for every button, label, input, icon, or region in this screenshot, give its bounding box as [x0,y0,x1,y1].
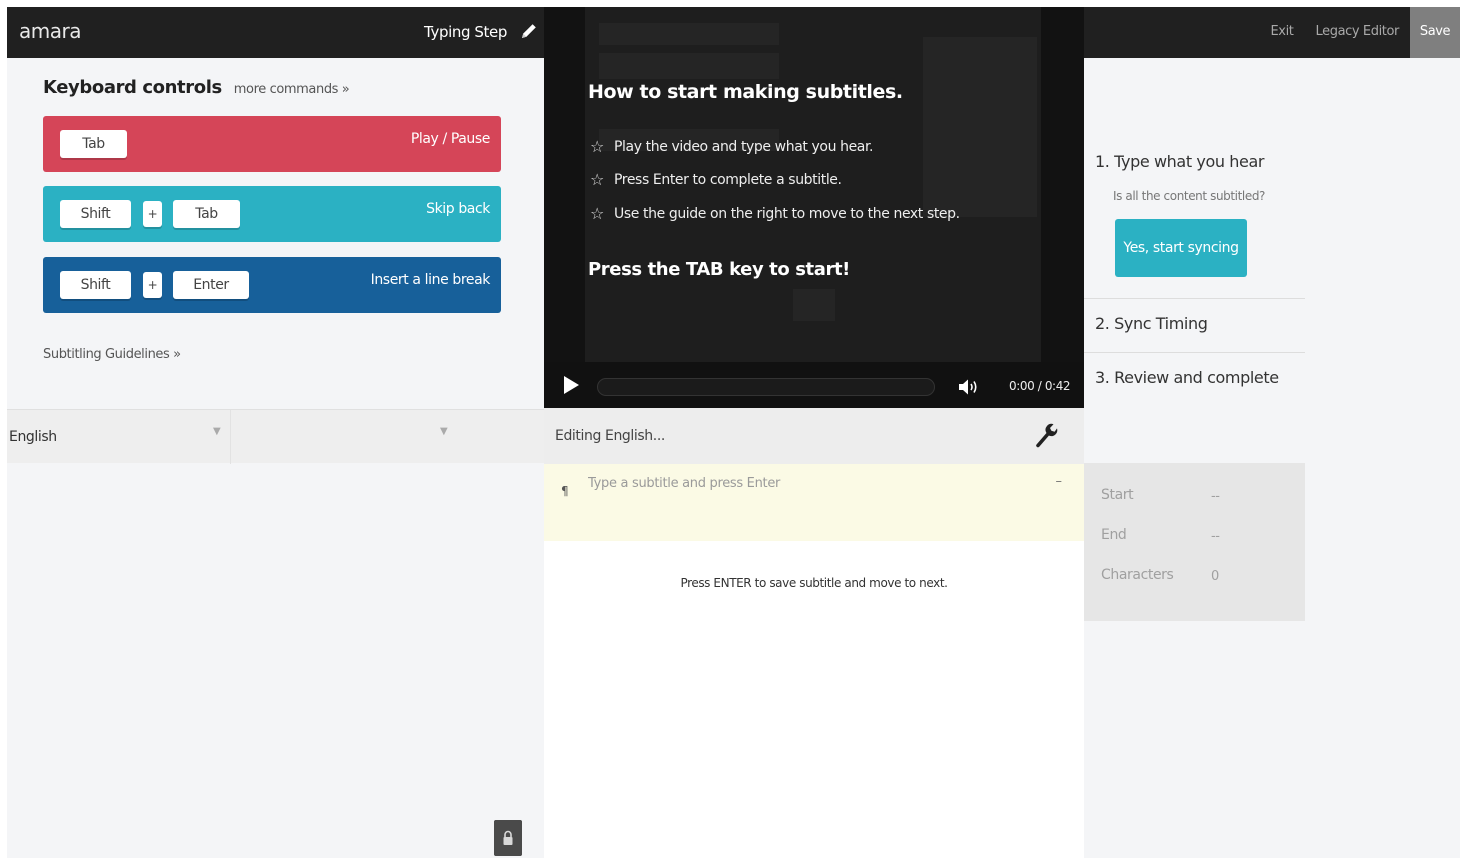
shortcut-action-label: Skip back [426,201,490,217]
paragraph-marker[interactable]: ¶ [561,484,569,498]
language-bar: English ▼ ▼ [7,409,544,464]
instruction-item: ☆ Use the guide on the right to move to … [590,204,960,223]
start-value: -- [1211,489,1220,504]
play-icon[interactable] [564,376,579,394]
progress-scrubber[interactable] [597,378,935,396]
editing-language-label: Editing English... [555,428,665,444]
caret-down-icon: ▼ [440,426,448,437]
volume-icon[interactable] [958,378,980,396]
key-tab: Tab [60,130,127,158]
shortcut-skip-back: Shift + Tab Skip back [43,186,501,242]
key-shift: Shift [60,200,131,228]
subtitle-input[interactable] [588,470,1048,496]
subtitle-stats: Start -- End -- Characters 0 [1084,463,1305,621]
subtitle-dash: – [1055,474,1063,489]
star-outline-icon: ☆ [590,204,604,223]
subtitling-guidelines-link[interactable]: Subtitling Guidelines » [43,347,181,362]
key-plus: + [143,201,162,227]
shortcut-action-label: Insert a line break [370,272,491,288]
video-controls: 0:00 / 0:42 [544,362,1084,408]
enter-hint: Press ENTER to save subtitle and move to… [680,576,948,590]
exit-link[interactable]: Exit [1259,7,1304,58]
characters-value: 0 [1211,569,1219,584]
key-plus: + [143,272,162,298]
subtitle-list-area: Press ENTER to save subtitle and move to… [544,541,1084,858]
end-value: -- [1211,529,1220,544]
instruction-item: ☆ Press Enter to complete a subtitle. [590,170,842,189]
divider [1084,298,1305,299]
top-actions: Exit Legacy Editor Save [1259,7,1460,58]
amara-logo[interactable]: amara [19,19,81,43]
wrench-icon[interactable] [1034,422,1058,448]
save-button[interactable]: Save [1410,7,1460,58]
time-display: 0:00 / 0:42 [1009,379,1071,393]
lock-icon[interactable] [494,820,522,856]
star-outline-icon: ☆ [590,170,604,189]
key-tab: Tab [173,200,240,228]
caret-down-icon: ▼ [213,426,221,437]
video-player[interactable]: How to start making subtitles. ☆ Play th… [544,7,1084,408]
reference-language-select[interactable]: ▼ [232,410,456,464]
instruction-item: ☆ Play the video and type what you hear. [590,137,874,156]
pencil-icon[interactable] [519,21,539,41]
keyboard-controls-header: Keyboard controls more commands » [43,77,350,98]
overlay-call-to-action: Press the TAB key to start! [588,259,850,280]
subtitle-editor-app: amara Typing Step Exit Legacy Editor Sav… [7,7,1460,858]
shortcut-play-pause: Tab Play / Pause [43,116,501,172]
star-outline-icon: ☆ [590,137,604,156]
divider [1084,352,1305,353]
shortcut-action-label: Play / Pause [410,131,491,147]
start-label: Start [1101,487,1134,503]
subtitle-row: ¶ – [544,464,1084,541]
editor-header: Editing English... [544,408,1084,464]
step-3-label: 3. Review and complete [1095,368,1279,387]
start-syncing-button[interactable]: Yes, start syncing [1115,219,1247,277]
keyboard-controls-title: Keyboard controls [43,77,222,98]
step-2-label: 2. Sync Timing [1095,314,1208,333]
key-shift: Shift [60,271,131,299]
shortcut-line-break: Shift + Enter Insert a line break [43,257,501,313]
language-select-value: English [9,429,57,445]
key-enter: Enter [173,271,249,299]
end-label: End [1101,527,1127,543]
step-title: Typing Step [424,23,507,41]
workflow-guide: 1. Type what you hear Is all the content… [1084,58,1460,858]
characters-label: Characters [1101,567,1174,583]
step-1-label: 1. Type what you hear [1095,152,1265,171]
language-select[interactable]: English ▼ [7,410,231,464]
overlay-title: How to start making subtitles. [588,81,903,103]
legacy-editor-link[interactable]: Legacy Editor [1305,7,1410,58]
instructions-overlay: How to start making subtitles. ☆ Play th… [544,7,1084,362]
step-1-question: Is all the content subtitled? [1113,189,1266,203]
more-commands-link[interactable]: more commands » [234,82,350,97]
